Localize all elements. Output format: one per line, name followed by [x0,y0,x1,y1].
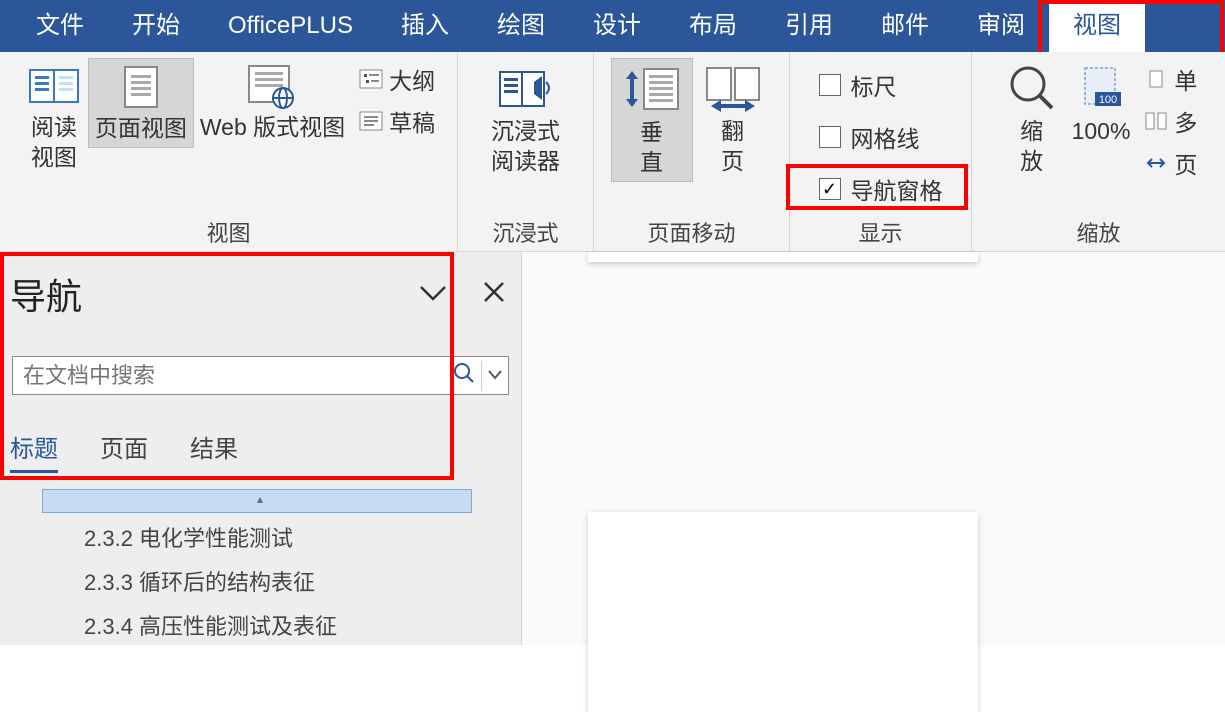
checkbox-checked-icon [819,178,841,200]
gridlines-label: 网格线 [851,120,920,154]
immersive-reader-button[interactable]: 沉浸式 阅读器 [485,58,566,180]
heading-item[interactable]: 2.3.2 电化学性能测试 [36,513,513,557]
group-views-label: 视图 [206,217,250,251]
document-page [588,252,978,262]
multi-page-icon [1144,111,1168,131]
zoom-icon [1004,62,1060,114]
navigation-search-input[interactable] [13,357,447,394]
tab-home[interactable]: 开始 [108,0,204,52]
navigation-pane: 导航 标题 页面 结果 [0,252,522,645]
heading-item-selected[interactable] [42,489,472,513]
tab-design[interactable]: 设计 [569,0,665,52]
web-layout-button[interactable]: Web 版式视图 [194,58,351,146]
navigation-pane-checkbox[interactable]: 导航窗格 [817,168,945,210]
tab-view[interactable]: 视图 [1049,0,1145,52]
gridlines-checkbox[interactable]: 网格线 [817,116,922,158]
immersive-reader-label: 沉浸式 阅读器 [491,116,560,176]
tab-layout[interactable]: 布局 [665,0,761,52]
heading-item[interactable]: 2.3.3 循环后的结构表征 [36,557,513,601]
group-show-label: 显示 [858,217,902,251]
group-page-movement-label: 页面移动 [647,217,735,251]
navigation-headings-list: 2.3.2 电化学性能测试 2.3.3 循环后的结构表征 2.3.4 高压性能测… [8,489,513,645]
close-icon [483,281,505,303]
hundred-percent-icon: 100 [1073,62,1129,114]
draft-button[interactable]: 草稿 [359,104,435,138]
lower-area: 导航 标题 页面 结果 [0,252,1225,645]
hundred-percent-label: 100% [1072,116,1131,146]
vertical-icon [618,63,686,115]
one-page-icon [1144,69,1168,89]
nav-tab-headings[interactable]: 标题 [10,429,58,473]
hundred-percent-button[interactable]: 100 100% [1066,58,1137,150]
heading-item[interactable]: 2.3.4 高压性能测试及表征 [36,601,513,645]
ruler-label: 标尺 [851,68,897,102]
ribbon-body: 阅读 视图 页面视图 Web 版式视图 [0,52,1225,252]
draft-label: 草稿 [389,104,435,138]
chevron-down-icon [419,285,447,303]
navigation-search[interactable] [12,356,509,395]
immersive-reader-icon [494,62,558,114]
page-width-button[interactable]: 页 [1144,146,1197,180]
side-to-side-button[interactable]: 翻 页 [693,58,773,180]
read-mode-button[interactable]: 阅读 视图 [20,58,88,176]
group-immersive-label: 沉浸式 [492,217,558,251]
zoom-label: 缩 放 [1020,116,1043,176]
group-show: 标尺 网格线 导航窗格 显示 [790,52,972,251]
navigation-pane-dropdown[interactable] [419,278,447,310]
read-mode-icon [26,62,82,110]
vertical-label: 垂 直 [640,117,663,177]
navigation-pane-label: 导航窗格 [851,172,943,206]
tab-references[interactable]: 引用 [761,0,857,52]
ruler-checkbox[interactable]: 标尺 [817,64,899,106]
group-zoom: 缩 放 100 100% 单 多 [972,52,1225,251]
document-page [588,512,978,712]
navigation-tabs: 标题 页面 结果 [10,429,511,473]
group-zoom-label: 缩放 [1076,217,1120,251]
tab-officeplus[interactable]: OfficePLUS [204,0,377,52]
search-dropdown[interactable] [482,367,508,385]
outline-icon [359,69,383,89]
checkbox-icon [819,74,841,96]
search-icon[interactable] [447,362,481,390]
print-layout-button[interactable]: 页面视图 [88,58,194,148]
chevron-down-icon [488,370,502,380]
read-mode-label: 阅读 视图 [31,112,77,172]
tab-draw[interactable]: 绘图 [473,0,569,52]
page-width-label: 页 [1174,146,1197,180]
tab-review[interactable]: 审阅 [953,0,1049,52]
tab-insert[interactable]: 插入 [377,0,473,52]
side-to-side-icon [699,62,767,114]
one-page-label: 单 [1174,62,1197,96]
navigation-pane-title: 导航 [10,268,82,320]
print-layout-label: 页面视图 [95,113,187,143]
nav-tab-pages[interactable]: 页面 [100,429,148,473]
outline-button[interactable]: 大纲 [359,62,435,96]
tab-file[interactable]: 文件 [12,0,108,52]
page-width-icon [1144,153,1168,173]
navigation-pane-close[interactable] [483,278,505,310]
nav-tab-results[interactable]: 结果 [190,429,238,473]
vertical-button[interactable]: 垂 直 [611,58,693,182]
checkbox-icon [819,126,841,148]
web-layout-label: Web 版式视图 [200,112,345,142]
tab-mailings[interactable]: 邮件 [857,0,953,52]
draft-icon [359,111,383,131]
outline-label: 大纲 [389,62,435,96]
one-page-button[interactable]: 单 [1144,62,1197,96]
print-layout-icon [113,63,169,111]
multi-page-label: 多 [1174,104,1197,138]
web-layout-icon [241,62,305,110]
group-views: 阅读 视图 页面视图 Web 版式视图 [0,52,458,251]
document-area[interactable] [522,252,1225,645]
zoom-button[interactable]: 缩 放 [998,58,1066,180]
side-to-side-label: 翻 页 [721,116,744,176]
group-page-movement: 垂 直 翻 页 页面移动 [594,52,790,251]
group-immersive: 沉浸式 阅读器 沉浸式 [458,52,594,251]
ribbon-tabstrip: 文件 开始 OfficePLUS 插入 绘图 设计 布局 引用 邮件 审阅 视图 [0,0,1225,52]
multi-page-button[interactable]: 多 [1144,104,1197,138]
svg-text:100: 100 [1099,94,1117,106]
